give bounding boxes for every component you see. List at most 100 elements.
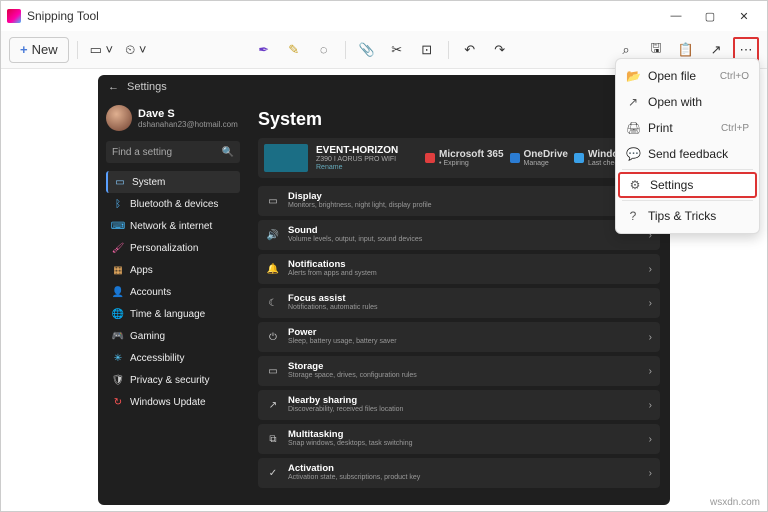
menu-icon: 📂 — [626, 69, 640, 83]
menu-label: Open file — [648, 69, 712, 83]
chevron-right-icon: › — [649, 366, 652, 377]
service-icon — [425, 153, 435, 163]
row-title: Focus assist — [288, 294, 641, 304]
menu-icon: ? — [626, 209, 640, 223]
row-icon: ☾ — [266, 298, 280, 309]
menu-item-open-file[interactable]: 📂 Open file Ctrl+O — [618, 63, 757, 89]
nav-icon: ▭ — [114, 176, 126, 188]
hero-service[interactable]: OneDriveManage — [510, 149, 568, 168]
menu-label: Settings — [650, 178, 739, 192]
row-title: Nearby sharing — [288, 396, 641, 406]
nav-label: Windows Update — [130, 397, 206, 408]
sidebar-item-accessibility[interactable]: ✳Accessibility — [106, 347, 240, 369]
maximize-button[interactable]: ▢ — [693, 3, 727, 29]
row-icon: ⏻ — [266, 332, 280, 343]
nav-icon: 🖌 — [112, 242, 124, 254]
user-name: Dave S — [138, 108, 238, 120]
highlighter-tool[interactable]: ✎ — [281, 37, 307, 63]
eraser-tool[interactable]: ◌ — [311, 37, 337, 63]
nav-label: System — [132, 177, 165, 188]
sidebar-item-windows-update[interactable]: ↻ Windows Update — [106, 391, 240, 413]
chevron-right-icon: › — [649, 468, 652, 479]
close-button[interactable]: ✕ — [727, 3, 761, 29]
menu-item-settings[interactable]: ⚙Settings — [618, 172, 757, 198]
page-title: System — [258, 109, 660, 130]
nav-icon: ▦ — [112, 264, 124, 276]
menu-item-open-with[interactable]: ↗Open with — [618, 89, 757, 115]
device-hero[interactable]: EVENT-HORIZON Z390 I AORUS PRO WIFI Rena… — [258, 138, 660, 178]
menu-shortcut: Ctrl+O — [720, 71, 749, 82]
system-row-power[interactable]: ⏻PowerSleep, battery usage, battery save… — [258, 322, 660, 352]
menu-icon: 💬 — [626, 147, 640, 161]
hero-service[interactable]: Microsoft 365• Expiring — [425, 149, 503, 168]
row-subtitle: Sleep, battery usage, battery saver — [288, 338, 641, 345]
menu-icon: ↗ — [626, 95, 640, 109]
sidebar-item-network-internet[interactable]: ⌨Network & internet — [106, 215, 240, 237]
row-icon: 🔊 — [266, 230, 280, 241]
settings-main: System EVENT-HORIZON Z390 I AORUS PRO WI… — [248, 99, 670, 505]
nav-label: Accounts — [130, 287, 171, 298]
avatar — [106, 105, 132, 131]
nav-icon: ↻ — [112, 396, 124, 408]
row-icon: ✓ — [266, 468, 280, 479]
row-subtitle: Alerts from apps and system — [288, 270, 641, 277]
delay-dropdown[interactable]: ⏲ ˅ — [121, 37, 150, 63]
system-row-focus-assist[interactable]: ☾ Focus assistNotifications, automatic ru… — [258, 288, 660, 318]
sidebar-item-bluetooth-devices[interactable]: ᛒBluetooth & devices — [106, 193, 240, 215]
nav-label: Apps — [130, 265, 153, 276]
user-email: dshanahan23@hotmail.com — [138, 120, 238, 129]
minimize-button[interactable]: — — [659, 3, 693, 29]
system-row-activation[interactable]: ✓ActivationActivation state, subscriptio… — [258, 458, 660, 488]
sidebar-item-system[interactable]: ▭ System — [106, 171, 240, 193]
new-snip-button[interactable]: +New — [9, 37, 69, 63]
system-row-storage[interactable]: ▭StorageStorage space, drives, configura… — [258, 356, 660, 386]
sidebar-item-privacy-security[interactable]: 🛡Privacy & security — [106, 369, 240, 391]
row-icon: ▭ — [266, 366, 280, 377]
row-title: Sound — [288, 226, 641, 236]
system-row-nearby-sharing[interactable]: ↗Nearby sharingDiscoverability, received… — [258, 390, 660, 420]
mode-dropdown[interactable]: ▭ ˅ — [86, 37, 118, 63]
redo-button[interactable]: ↷ — [487, 37, 513, 63]
pen-tool[interactable]: ✒ — [251, 37, 277, 63]
chevron-right-icon: › — [649, 298, 652, 309]
menu-item-tips-tricks[interactable]: ?Tips & Tricks — [618, 203, 757, 229]
service-icon — [510, 153, 520, 163]
nav-icon: 🎮 — [112, 330, 124, 342]
nav-label: Personalization — [130, 243, 198, 254]
row-icon: ▭ — [266, 196, 280, 207]
row-subtitle: Monitors, brightness, night light, displ… — [288, 202, 641, 209]
menu-item-print[interactable]: 🖨PrintCtrl+P — [618, 115, 757, 141]
sidebar-item-accounts[interactable]: 👤Accounts — [106, 281, 240, 303]
device-model: Z390 I AORUS PRO WIFI — [316, 156, 398, 164]
row-title: Display — [288, 192, 641, 202]
row-title: Storage — [288, 362, 641, 372]
ruler-tool[interactable]: 📎 — [354, 37, 380, 63]
row-subtitle: Notifications, automatic rules — [288, 304, 641, 311]
nav-label: Time & language — [130, 309, 205, 320]
menu-icon: 🖨 — [626, 121, 640, 135]
touch-writing[interactable]: ✂ — [384, 37, 410, 63]
system-row-sound[interactable]: 🔊SoundVolume levels, output, input, soun… — [258, 220, 660, 250]
nav-label: Accessibility — [130, 353, 184, 364]
row-title: Multitasking — [288, 430, 641, 440]
sidebar-item-time-language[interactable]: 🌐Time & language — [106, 303, 240, 325]
sidebar-item-personalization[interactable]: 🖌 Personalization — [106, 237, 240, 259]
sidebar-item-gaming[interactable]: 🎮Gaming — [106, 325, 240, 347]
search-input[interactable]: Find a setting🔍 — [106, 141, 240, 163]
system-row-multitasking[interactable]: ⧉MultitaskingSnap windows, desktops, tas… — [258, 424, 660, 454]
sidebar-item-apps[interactable]: ▦ Apps — [106, 259, 240, 281]
chevron-right-icon: › — [649, 332, 652, 343]
system-row-display[interactable]: ▭ DisplayMonitors, brightness, night ligh… — [258, 186, 660, 216]
menu-item-send-feedback[interactable]: 💬Send feedback — [618, 141, 757, 167]
settings-sidebar: Dave S dshanahan23@hotmail.com Find a se… — [98, 99, 248, 505]
undo-button[interactable]: ↶ — [457, 37, 483, 63]
device-name: EVENT-HORIZON — [316, 145, 398, 156]
back-icon[interactable]: ← — [108, 81, 119, 93]
system-row-notifications[interactable]: 🔔NotificationsAlerts from apps and syste… — [258, 254, 660, 284]
chevron-right-icon: › — [649, 434, 652, 445]
user-block[interactable]: Dave S dshanahan23@hotmail.com — [106, 105, 240, 131]
row-icon: ⧉ — [266, 434, 280, 445]
crop-tool[interactable]: ⊡ — [414, 37, 440, 63]
app-icon — [7, 9, 21, 23]
rename-link[interactable]: Rename — [316, 164, 398, 172]
